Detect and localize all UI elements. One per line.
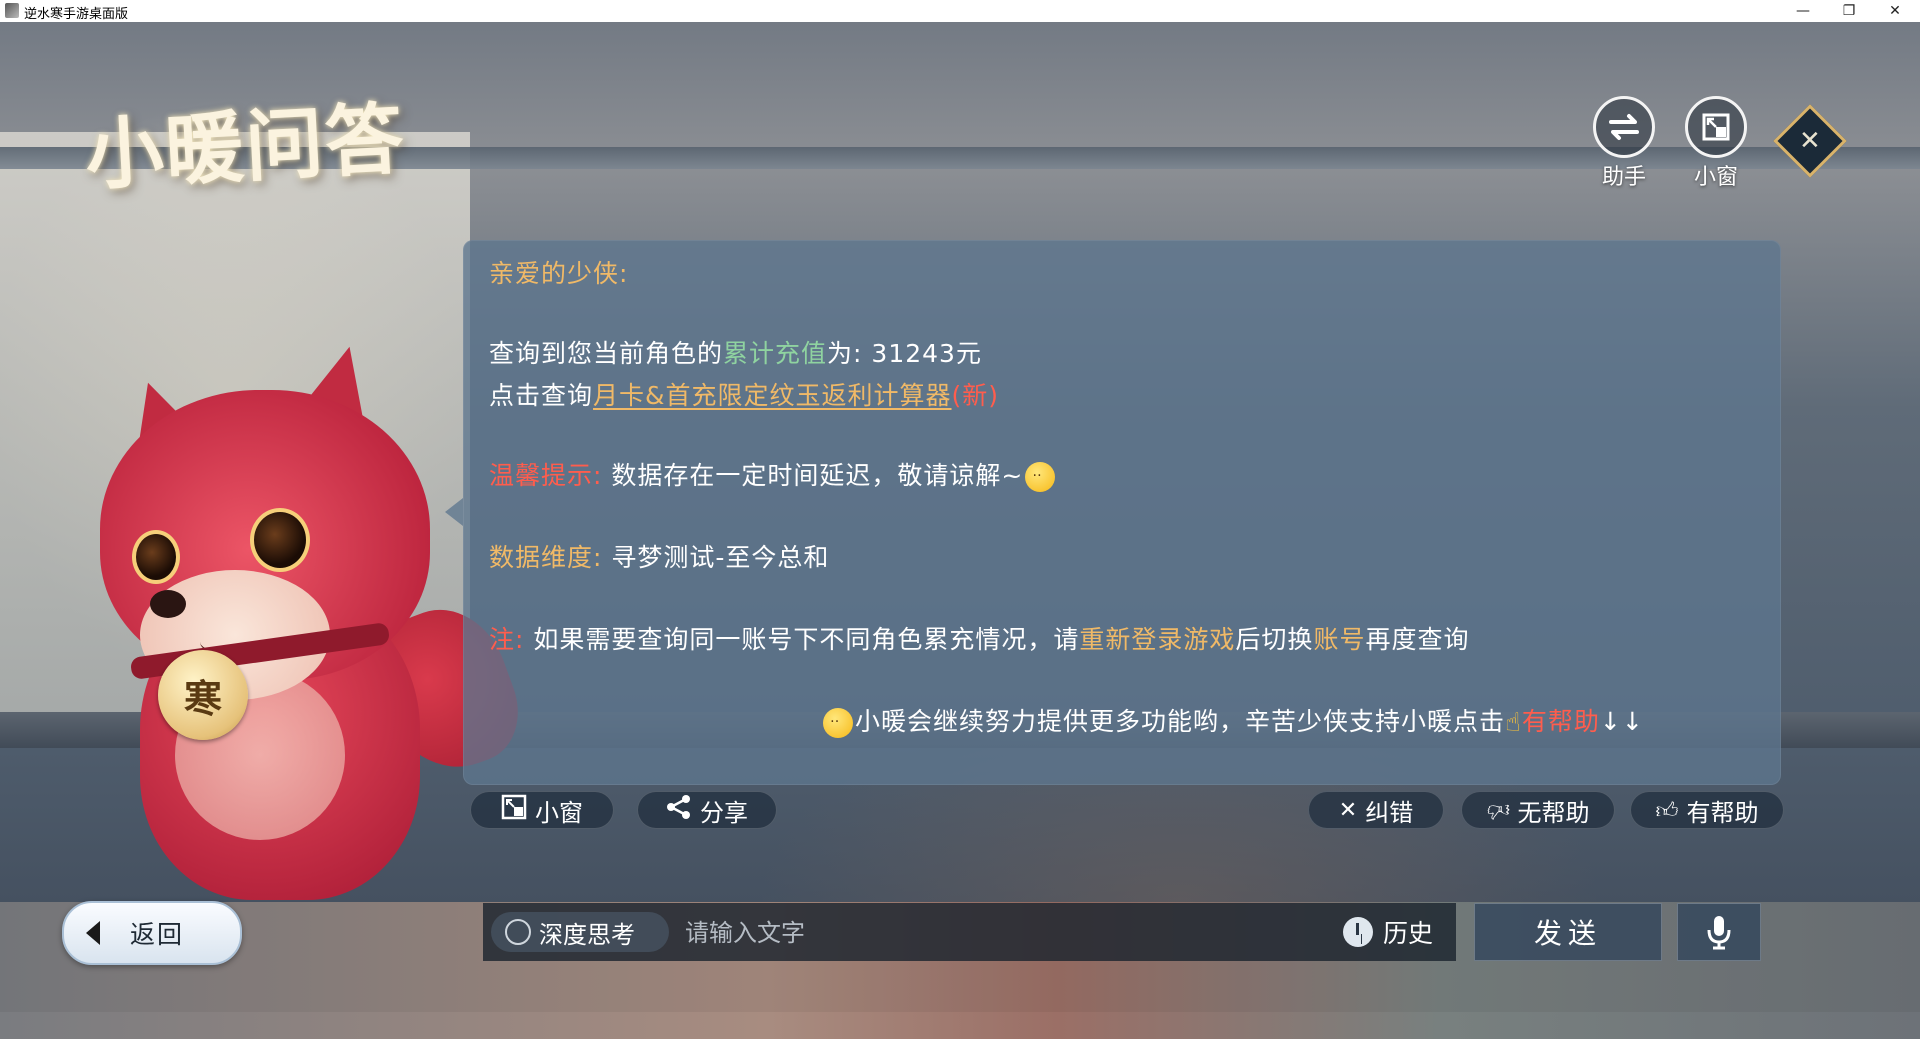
calculator-line: 点击查询月卡&首充限定纹玉返利计算器(新): [489, 376, 999, 412]
greeting: 亲爱的少侠:: [489, 259, 629, 288]
tip-label: 温馨提示:: [489, 461, 603, 490]
note-highlight-relogin: 重新登录游戏: [1079, 625, 1236, 654]
minimize-icon[interactable]: —: [1780, 0, 1826, 22]
not-helpful-label: 无帮助: [1517, 798, 1590, 827]
note-part2: 后切换: [1235, 625, 1314, 654]
chat-text-input[interactable]: [683, 912, 1287, 954]
thumbs-down-icon: 👍︎: [1486, 796, 1510, 822]
correct-error-label: 纠错: [1365, 798, 1414, 827]
kiss-face-emoji-icon: [823, 708, 853, 738]
note-highlight-account: 账号: [1313, 625, 1366, 654]
deep-think-toggle[interactable]: 深度思考: [491, 912, 669, 952]
note-line: 注: 如果需要查询同一账号下不同角色累充情况，请重新登录游戏后切换账号再度查询: [489, 620, 1469, 656]
mini-window-pill-label: 小窗: [535, 798, 583, 827]
footer-text: 小暖会继续努力提供更多功能哟，辛苦少侠支持小暖点击: [855, 707, 1506, 736]
page-title: 小暖问答: [83, 93, 408, 202]
mascot-nose: [150, 590, 186, 618]
note-label: 注:: [489, 625, 525, 654]
window-title: 逆水寒手游桌面版: [24, 7, 129, 22]
footer-arrows: ↓↓: [1599, 707, 1644, 736]
kiss-face-emoji-icon: [1025, 462, 1056, 492]
dimension-text: 寻梦测试-至今总和: [611, 543, 830, 572]
panel-pointer: [445, 498, 463, 526]
share-label: 分享: [700, 798, 748, 827]
deep-think-label: 深度思考: [539, 920, 635, 949]
tip-text: 数据存在一定时间延迟，敬请谅解~: [611, 461, 1024, 490]
radio-circle-icon: [505, 919, 531, 945]
mascot-eye-right: [250, 508, 310, 572]
footer-line: 小暖会继续努力提供更多功能哟，辛苦少侠支持小暖点击☝有帮助↓↓: [821, 702, 1644, 738]
back-label: 返回: [130, 920, 185, 949]
mini-window-pill-button[interactable]: 小窗: [470, 791, 614, 829]
assistant-button[interactable]: 助手: [1589, 96, 1659, 191]
calculator-link[interactable]: 月卡&首充限定纹玉返利计算器: [593, 381, 952, 410]
app-icon: [5, 3, 19, 18]
note-part1: 如果需要查询同一账号下不同角色累充情况，请: [533, 625, 1080, 654]
mascot-dog: 寒: [80, 333, 534, 920]
calculator-new-badge: (新): [951, 381, 1000, 410]
mini-window-icon: [1685, 96, 1747, 158]
mascot-eye-left: [132, 530, 180, 584]
footer-helpful: 有帮助: [1521, 707, 1600, 736]
restore-icon[interactable]: ❐: [1826, 0, 1872, 22]
back-arrow-icon: [86, 921, 100, 945]
swap-arrows-icon: [1593, 96, 1655, 158]
mini-window-icon: [501, 794, 527, 826]
calculator-prefix: 点击查询: [489, 381, 594, 410]
thumbs-up-emoji-icon: ☝: [1505, 708, 1522, 738]
history-label: 历史: [1383, 919, 1434, 948]
close-icon[interactable]: ✕: [1872, 0, 1918, 22]
history-button[interactable]: 历史: [1343, 912, 1433, 952]
window-titlebar: 逆水寒手游桌面版 — ❐ ✕: [0, 0, 1920, 22]
recharge-highlight: 累计充值: [723, 339, 828, 368]
tip-line: 温馨提示: 数据存在一定时间延迟，敬请谅解~: [489, 456, 1057, 492]
share-button[interactable]: 分享: [637, 791, 777, 829]
mascot-tag: 寒: [158, 650, 248, 740]
note-part3: 再度查询: [1365, 625, 1470, 654]
helpful-label: 有帮助: [1686, 798, 1759, 827]
recharge-line: 查询到您当前角色的累计充值为: 31243元: [489, 334, 982, 370]
recharge-middle: 为:: [827, 339, 863, 368]
helpful-button[interactable]: 👍︎ 有帮助: [1630, 791, 1784, 829]
thumbs-up-icon: 👍︎: [1655, 798, 1679, 824]
send-button[interactable]: 发送: [1474, 903, 1662, 961]
back-button[interactable]: 返回: [62, 901, 242, 965]
recharge-value: 31243元: [871, 339, 982, 368]
microphone-icon: [1707, 916, 1731, 950]
mini-window-button[interactable]: 小窗: [1681, 96, 1751, 191]
recharge-prefix: 查询到您当前角色的: [489, 339, 724, 368]
mini-window-label: 小窗: [1693, 165, 1738, 190]
chat-input-bar: 深度思考 历史: [483, 903, 1456, 961]
dimension-line: 数据维度: 寻梦测试-至今总和: [489, 538, 829, 574]
share-icon: [666, 794, 692, 826]
correct-error-button[interactable]: ✕ 纠错: [1308, 791, 1444, 829]
assistant-label: 助手: [1601, 165, 1646, 190]
x-icon: ✕: [1338, 797, 1358, 823]
clock-icon: [1343, 917, 1373, 947]
microphone-button[interactable]: [1677, 903, 1761, 961]
not-helpful-button[interactable]: 👍︎ 无帮助: [1461, 791, 1615, 829]
dimension-label: 数据维度:: [489, 543, 603, 572]
answer-panel: 亲爱的少侠: 查询到您当前角色的累计充值为: 31243元 点击查询月卡&首充限…: [463, 240, 1781, 785]
